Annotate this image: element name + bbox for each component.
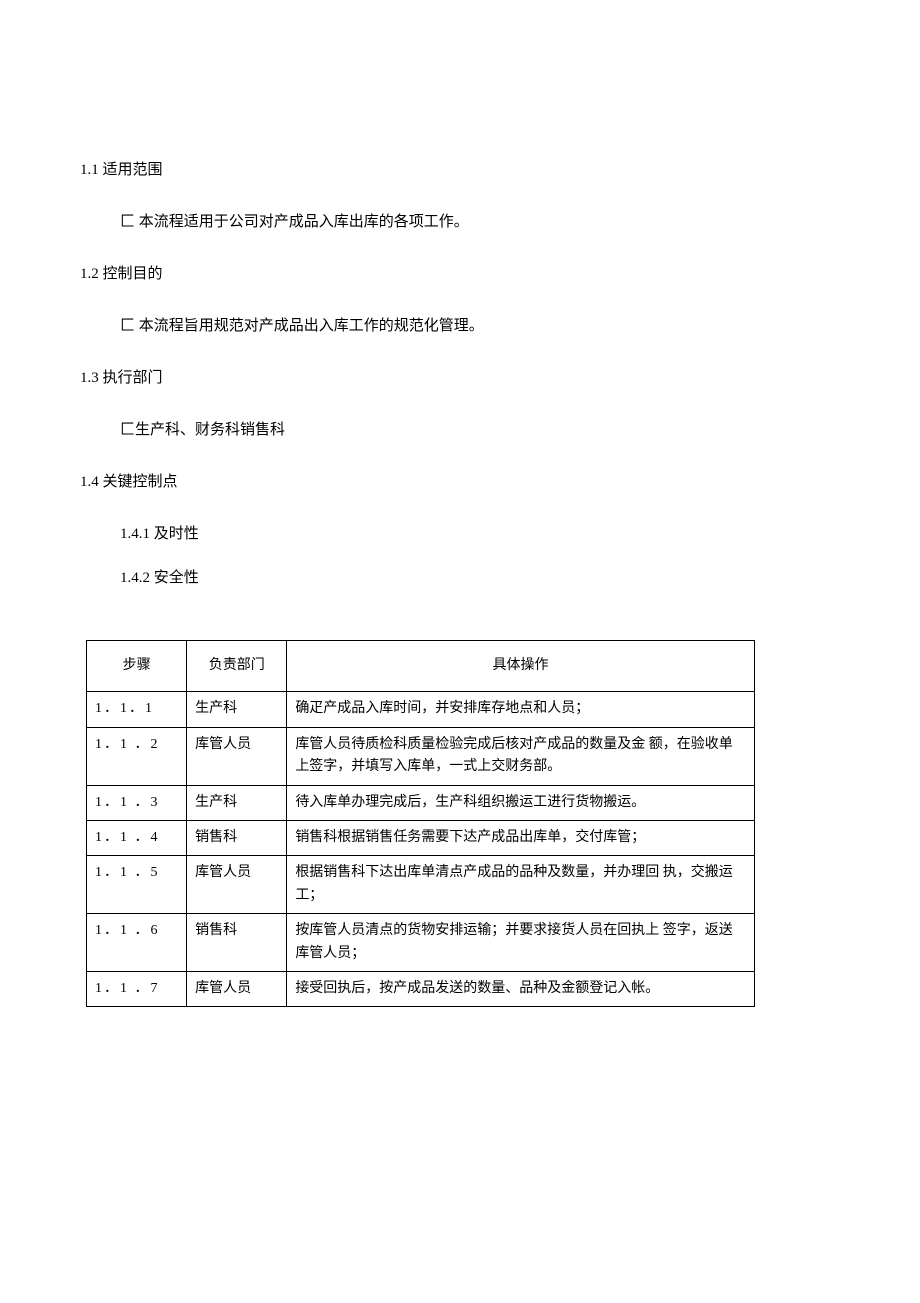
section-1-4-item-1: 1.4.1 及时性 bbox=[80, 522, 840, 546]
cell-dept: 销售科 bbox=[187, 820, 287, 855]
table-row: 1．1 ．3 生产科 待入库单办理完成后，生产科组织搬运工进行货物搬运。 bbox=[87, 785, 755, 820]
cell-dept: 库管人员 bbox=[187, 971, 287, 1006]
cell-op: 按库管人员清点的货物安排运输；并要求接货人员在回执上 签字，返送库管人员； bbox=[287, 914, 754, 972]
cell-dept: 库管人员 bbox=[187, 727, 287, 785]
cell-step: 1．1 ．5 bbox=[87, 856, 187, 914]
cell-op: 根据销售科下达出库单清点产成品的品种及数量，并办理回 执，交搬运工； bbox=[287, 856, 754, 914]
col-op: 具体操作 bbox=[287, 641, 754, 692]
cell-dept: 生产科 bbox=[187, 785, 287, 820]
cell-step: 1．1．1 bbox=[87, 692, 187, 727]
cell-op: 库管人员待质检科质量检验完成后核对产成品的数量及金 额，在验收单上签字，并填写入… bbox=[287, 727, 754, 785]
section-1-3-heading: 1.3 执行部门 bbox=[80, 366, 840, 390]
cell-step: 1．1 ．7 bbox=[87, 971, 187, 1006]
cell-step: 1．1 ．2 bbox=[87, 727, 187, 785]
table-row: 1．1 ．6 销售科 按库管人员清点的货物安排运输；并要求接货人员在回执上 签字… bbox=[87, 914, 755, 972]
cell-dept: 生产科 bbox=[187, 692, 287, 727]
section-1-2-body: 匚 本流程旨用规范对产成品出入库工作的规范化管理。 bbox=[80, 314, 840, 338]
section-1-1-heading: 1.1 适用范围 bbox=[80, 158, 840, 182]
table-row: 1．1 ．4 销售科 销售科根据销售任务需要下达产成品出库单，交付库管； bbox=[87, 820, 755, 855]
table-row: 1．1．1 生产科 确疋产成品入库时间，并安排库存地点和人员； bbox=[87, 692, 755, 727]
cell-step: 1．1 ．6 bbox=[87, 914, 187, 972]
section-1-3-body: 匚生产科、财务科销售科 bbox=[80, 418, 840, 442]
cell-op: 接受回执后，按产成品发送的数量、品种及金额登记入帐。 bbox=[287, 971, 754, 1006]
cell-op: 待入库单办理完成后，生产科组织搬运工进行货物搬运。 bbox=[287, 785, 754, 820]
section-1-1-body: 匚 本流程适用于公司对产成品入库出库的各项工作。 bbox=[80, 210, 840, 234]
table-row: 1．1 ．5 库管人员 根据销售科下达出库单清点产成品的品种及数量，并办理回 执… bbox=[87, 856, 755, 914]
operations-table: 步骤 负责部门 具体操作 1．1．1 生产科 确疋产成品入库时间，并安排库存地点… bbox=[86, 640, 755, 1007]
table-header-row: 步骤 负责部门 具体操作 bbox=[87, 641, 755, 692]
cell-dept: 销售科 bbox=[187, 914, 287, 972]
cell-step: 1．1 ．4 bbox=[87, 820, 187, 855]
section-1-4-item-2: 1.4.2 安全性 bbox=[80, 566, 840, 590]
cell-dept: 库管人员 bbox=[187, 856, 287, 914]
section-1-2-heading: 1.2 控制目的 bbox=[80, 262, 840, 286]
col-step: 步骤 bbox=[87, 641, 187, 692]
table-row: 1．1 ．7 库管人员 接受回执后，按产成品发送的数量、品种及金额登记入帐。 bbox=[87, 971, 755, 1006]
col-dept: 负责部门 bbox=[187, 641, 287, 692]
cell-op: 确疋产成品入库时间，并安排库存地点和人员； bbox=[287, 692, 754, 727]
table-row: 1．1 ．2 库管人员 库管人员待质检科质量检验完成后核对产成品的数量及金 额，… bbox=[87, 727, 755, 785]
section-1-4-heading: 1.4 关键控制点 bbox=[80, 470, 840, 494]
cell-step: 1．1 ．3 bbox=[87, 785, 187, 820]
cell-op: 销售科根据销售任务需要下达产成品出库单，交付库管； bbox=[287, 820, 754, 855]
